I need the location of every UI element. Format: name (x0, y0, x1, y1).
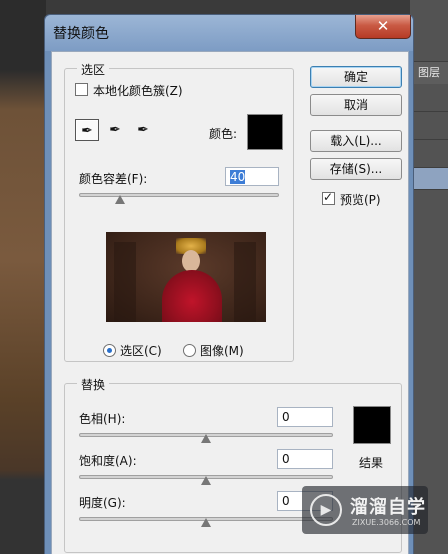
dialog-titlebar[interactable]: 替换颜色 ✕ (45, 15, 413, 51)
close-button[interactable]: ✕ (355, 15, 411, 39)
watermark-subtitle: ZIXUE.3066.COM (352, 518, 421, 527)
view-image-label: 图像(M) (200, 344, 244, 358)
fuzziness-value: 40 (230, 170, 246, 184)
dialog-body: 选区 本地化颜色簇(Z) ✒ ✒ ✒ 颜色: 颜色容差(F): 40 选区(C) (51, 51, 409, 554)
fuzziness-slider-track[interactable] (79, 193, 279, 197)
preview-checkbox[interactable] (322, 190, 335, 205)
hue-value: 0 (282, 410, 290, 424)
save-button[interactable]: 存储(S)... (310, 158, 402, 180)
color-label: 颜色: (209, 127, 238, 141)
fuzziness-input[interactable]: 40 (225, 167, 279, 186)
play-icon: ▶ (310, 494, 342, 526)
view-selection-label: 选区(C) (120, 344, 162, 358)
lightness-label: 明度(G): (79, 496, 126, 510)
eyedropper-icon[interactable]: ✒ (75, 119, 99, 141)
selection-preview-image (106, 232, 266, 322)
saturation-slider-thumb[interactable] (201, 476, 211, 485)
result-label: 结果 (359, 456, 384, 470)
saturation-label: 饱和度(A): (79, 454, 137, 468)
load-button[interactable]: 载入(L)... (310, 130, 402, 152)
hue-input[interactable]: 0 (277, 407, 333, 427)
ok-button[interactable]: 确定 (310, 66, 402, 88)
saturation-input[interactable]: 0 (277, 449, 333, 469)
selection-group: 选区 本地化颜色簇(Z) ✒ ✒ ✒ 颜色: 颜色容差(F): 40 选区(C) (64, 61, 294, 362)
preview-label: 预览(P) (340, 193, 381, 207)
view-selection-radio[interactable] (103, 344, 116, 357)
eyedropper-plus-icon[interactable]: ✒ (103, 119, 127, 141)
view-image-radio[interactable] (183, 344, 196, 357)
localized-clusters-checkbox[interactable] (75, 83, 88, 96)
hue-label: 色相(H): (79, 412, 126, 426)
selection-group-label: 选区 (77, 61, 110, 78)
lightness-value: 0 (282, 494, 290, 508)
replacement-group-label: 替换 (77, 376, 110, 393)
selection-color-swatch[interactable] (247, 114, 283, 150)
layers-tab[interactable]: 图层 (412, 62, 448, 84)
hue-slider-thumb[interactable] (201, 434, 211, 443)
fuzziness-slider-thumb[interactable] (115, 195, 125, 204)
dialog-title: 替换颜色 (53, 26, 109, 42)
localized-clusters-label: 本地化颜色簇(Z) (93, 84, 183, 98)
eyedropper-minus-icon[interactable]: ✒ (131, 119, 155, 141)
watermark-title: 溜溜自学 (350, 497, 426, 518)
fuzziness-label: 颜色容差(F): (79, 172, 148, 186)
result-color-swatch[interactable] (353, 406, 391, 444)
background-canvas-left (0, 0, 46, 554)
replace-color-dialog: 替换颜色 ✕ 选区 本地化颜色簇(Z) ✒ ✒ ✒ 颜色: 颜色容差(F): 4… (44, 14, 414, 554)
cancel-button[interactable]: 取消 (310, 94, 402, 116)
lightness-slider-thumb[interactable] (201, 518, 211, 527)
saturation-value: 0 (282, 452, 290, 466)
watermark: ▶ 溜溜自学 ZIXUE.3066.COM (302, 486, 428, 534)
